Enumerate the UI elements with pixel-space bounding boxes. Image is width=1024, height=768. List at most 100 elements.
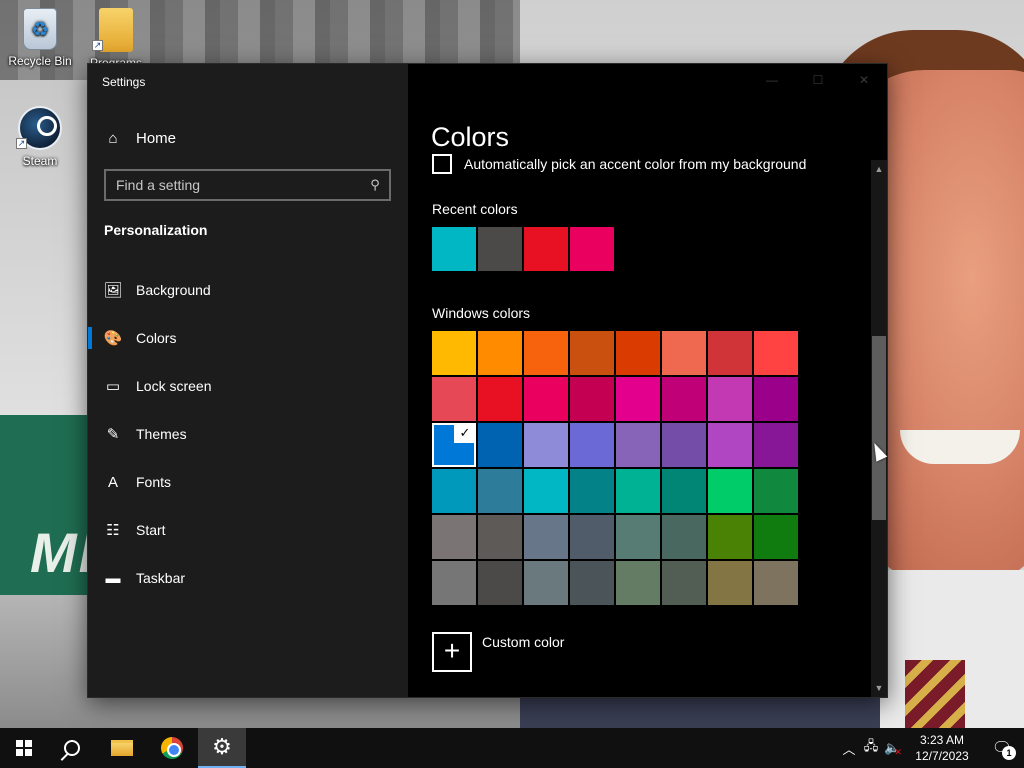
windows-color-swatch[interactable]: [570, 377, 614, 421]
windows-color-swatch[interactable]: [570, 469, 614, 513]
windows-color-swatch[interactable]: [570, 331, 614, 375]
settings-search-box[interactable]: ⚲: [104, 169, 391, 201]
windows-color-swatch[interactable]: [662, 423, 706, 467]
windows-color-swatch[interactable]: [524, 469, 568, 513]
clock-time: 3:23 AM: [919, 733, 965, 747]
custom-color-button[interactable]: + Custom color: [432, 632, 564, 672]
clock-date: 12/7/2023: [915, 749, 969, 763]
sidebar-item-taskbar[interactable]: ▬ Taskbar: [88, 554, 408, 602]
desktop-icon-label: Recycle Bin: [8, 54, 72, 68]
section-title: Personalization: [104, 222, 208, 238]
windows-color-swatch[interactable]: [754, 331, 798, 375]
sidebar-item-colors[interactable]: 🎨 Colors: [88, 314, 408, 362]
windows-color-swatch[interactable]: [708, 469, 752, 513]
taskbar-chrome[interactable]: [148, 728, 196, 768]
windows-color-swatch[interactable]: [616, 469, 660, 513]
windows-color-swatch[interactable]: [662, 561, 706, 605]
network-icon[interactable]: 🖧: [860, 728, 882, 768]
auto-pick-accent-checkbox[interactable]: Automatically pick an accent color from …: [432, 154, 806, 174]
action-center-button[interactable]: 🗨 1: [980, 728, 1024, 768]
windows-color-swatch[interactable]: [662, 377, 706, 421]
start-button[interactable]: [0, 728, 48, 768]
windows-color-swatch[interactable]: [478, 331, 522, 375]
scroll-thumb[interactable]: [872, 336, 886, 520]
windows-color-swatch[interactable]: [616, 377, 660, 421]
maximize-button[interactable]: ☐: [795, 64, 841, 96]
windows-color-swatch[interactable]: [432, 469, 476, 513]
windows-color-swatch[interactable]: [662, 469, 706, 513]
sidebar-item-themes[interactable]: ✎ Themes: [88, 410, 408, 458]
taskbar-search-button[interactable]: [48, 728, 96, 768]
windows-color-swatch[interactable]: [524, 331, 568, 375]
scroll-down-arrow-icon[interactable]: ▼: [871, 681, 887, 695]
desktop-icon-recycle-bin[interactable]: Recycle Bin: [0, 8, 80, 68]
windows-color-swatch[interactable]: [478, 423, 522, 467]
windows-color-swatch[interactable]: [754, 515, 798, 559]
windows-color-swatch[interactable]: [432, 377, 476, 421]
windows-color-swatch[interactable]: [478, 561, 522, 605]
sidebar-item-start[interactable]: ☷ Start: [88, 506, 408, 554]
windows-color-swatch[interactable]: [708, 561, 752, 605]
windows-color-swatch[interactable]: [708, 423, 752, 467]
windows-color-swatch[interactable]: [616, 561, 660, 605]
minimize-button[interactable]: —: [749, 64, 795, 96]
navigation-pane: Settings ⌂ Home ⚲ Personalization 🖼 Backg…: [88, 64, 408, 697]
clock[interactable]: 3:23 AM 12/7/2023: [904, 732, 980, 764]
nav-list: 🖼 Background 🎨 Colors ▭ Lock screen ✎ Themes A Fo…: [88, 266, 408, 602]
windows-color-swatch[interactable]: [432, 515, 476, 559]
chevron-up-icon[interactable]: ︿: [838, 728, 860, 768]
taskbar-file-explorer[interactable]: [98, 728, 146, 768]
windows-color-swatch[interactable]: [662, 515, 706, 559]
windows-color-swatch[interactable]: [708, 331, 752, 375]
windows-color-swatch[interactable]: [708, 377, 752, 421]
windows-color-swatch[interactable]: [524, 515, 568, 559]
windows-color-swatch[interactable]: [478, 469, 522, 513]
settings-search-input[interactable]: [106, 171, 361, 199]
windows-color-swatch[interactable]: [524, 377, 568, 421]
windows-color-swatch[interactable]: ✓: [432, 423, 476, 467]
windows-color-swatch[interactable]: [754, 469, 798, 513]
windows-colors-heading: Windows colors: [432, 305, 531, 321]
recent-color-swatch[interactable]: [478, 227, 522, 271]
sidebar-item-background[interactable]: 🖼 Background: [88, 266, 408, 314]
search-icon[interactable]: ⚲: [361, 177, 389, 193]
sidebar-item-lock-screen[interactable]: ▭ Lock screen: [88, 362, 408, 410]
sidebar-item-label: Background: [136, 282, 211, 298]
recent-colors-row: [432, 227, 614, 271]
windows-color-swatch[interactable]: [570, 423, 614, 467]
scroll-up-arrow-icon[interactable]: ▲: [871, 162, 887, 176]
windows-color-swatch[interactable]: [616, 331, 660, 375]
content-scrollbar[interactable]: ▲ ▼: [871, 160, 887, 697]
sidebar-item-label: Lock screen: [136, 378, 212, 394]
taskbar-settings[interactable]: ⚙: [198, 728, 246, 768]
windows-color-swatch[interactable]: [754, 561, 798, 605]
shortcut-arrow-icon: ↗: [16, 138, 27, 149]
checkbox-box[interactable]: [432, 154, 452, 174]
recent-color-swatch[interactable]: [432, 227, 476, 271]
windows-color-swatch[interactable]: [616, 515, 660, 559]
sidebar-item-fonts[interactable]: A Fonts: [88, 458, 408, 506]
recent-color-swatch[interactable]: [570, 227, 614, 271]
windows-color-swatch[interactable]: [432, 331, 476, 375]
windows-color-swatch[interactable]: [754, 423, 798, 467]
windows-colors-grid: ✓: [432, 331, 798, 605]
desktop-icon-steam[interactable]: ↗ Steam: [0, 106, 80, 168]
volume-muted-icon[interactable]: 🔈 ✕: [882, 728, 904, 768]
windows-color-swatch[interactable]: [478, 515, 522, 559]
windows-color-swatch[interactable]: [616, 423, 660, 467]
window-controls: — ☐ ✕: [749, 64, 887, 96]
windows-color-swatch[interactable]: [570, 515, 614, 559]
windows-color-swatch[interactable]: [708, 515, 752, 559]
recent-color-swatch[interactable]: [524, 227, 568, 271]
windows-color-swatch[interactable]: [432, 561, 476, 605]
windows-color-swatch[interactable]: [524, 423, 568, 467]
windows-color-swatch[interactable]: [478, 377, 522, 421]
windows-color-swatch[interactable]: [662, 331, 706, 375]
windows-color-swatch[interactable]: [524, 561, 568, 605]
windows-color-swatch[interactable]: [570, 561, 614, 605]
close-button[interactable]: ✕: [841, 64, 887, 96]
sidebar-item-label: Themes: [136, 426, 187, 442]
nav-home[interactable]: ⌂ Home: [104, 126, 176, 150]
windows-color-swatch[interactable]: [754, 377, 798, 421]
folder-icon: [111, 740, 133, 756]
